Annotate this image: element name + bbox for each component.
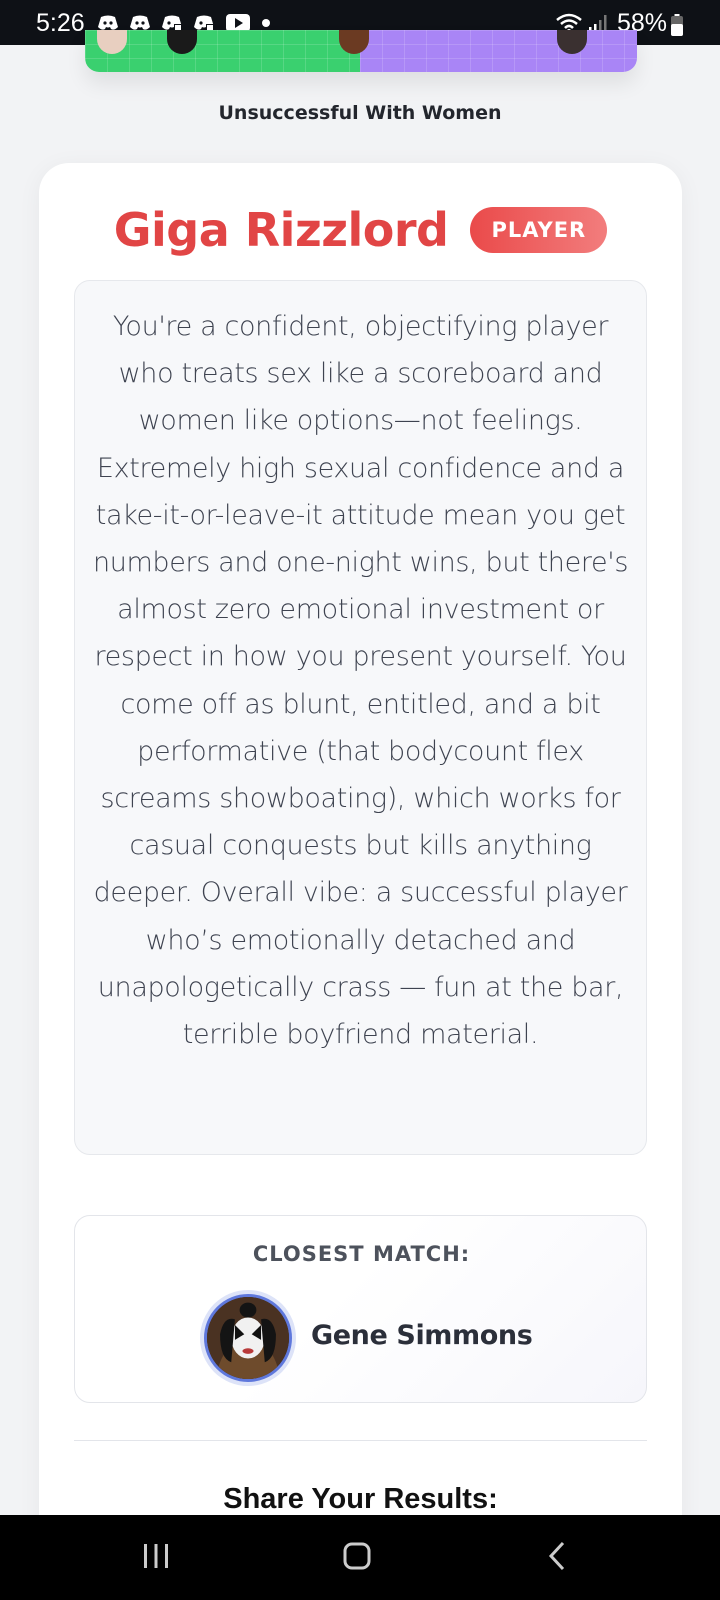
match-name[interactable]: Gene Simmons — [311, 1320, 533, 1351]
result-title: Giga Rizzlord — [113, 203, 449, 257]
result-description-box: You're a confident, objectifying player … — [74, 280, 647, 1155]
home-icon[interactable] — [343, 1541, 371, 1571]
closest-match-box: CLOSEST MATCH: Gene Simmons — [74, 1215, 647, 1403]
recent-apps-icon[interactable] — [142, 1542, 170, 1570]
closest-match-label: CLOSEST MATCH: — [252, 1242, 471, 1266]
battery-icon — [671, 14, 683, 36]
section-divider — [74, 1440, 647, 1441]
result-card: Giga Rizzlord PLAYER You're a confident,… — [39, 163, 682, 1600]
navigation-bar — [0, 1515, 720, 1600]
result-title-row: Giga Rizzlord PLAYER — [39, 203, 682, 257]
discord-icon — [130, 15, 150, 30]
back-icon[interactable] — [548, 1541, 566, 1571]
match-avatar[interactable] — [204, 1294, 292, 1382]
status-time: 5:26 — [36, 9, 85, 37]
result-banner-image — [85, 30, 637, 72]
banner-purple-section — [360, 30, 637, 72]
discord-alt-icon — [194, 15, 214, 31]
share-results-heading: Share Your Results: — [223, 1483, 498, 1515]
banner-caption: Unsuccessful With Women — [218, 102, 502, 124]
celebrity-face-image — [207, 1297, 289, 1379]
discord-alt-icon — [162, 15, 182, 31]
discord-icon — [98, 15, 118, 30]
more-notifications-dot — [262, 19, 270, 27]
player-badge: PLAYER — [470, 207, 608, 253]
result-description: You're a confident, objectifying player … — [92, 311, 629, 1051]
